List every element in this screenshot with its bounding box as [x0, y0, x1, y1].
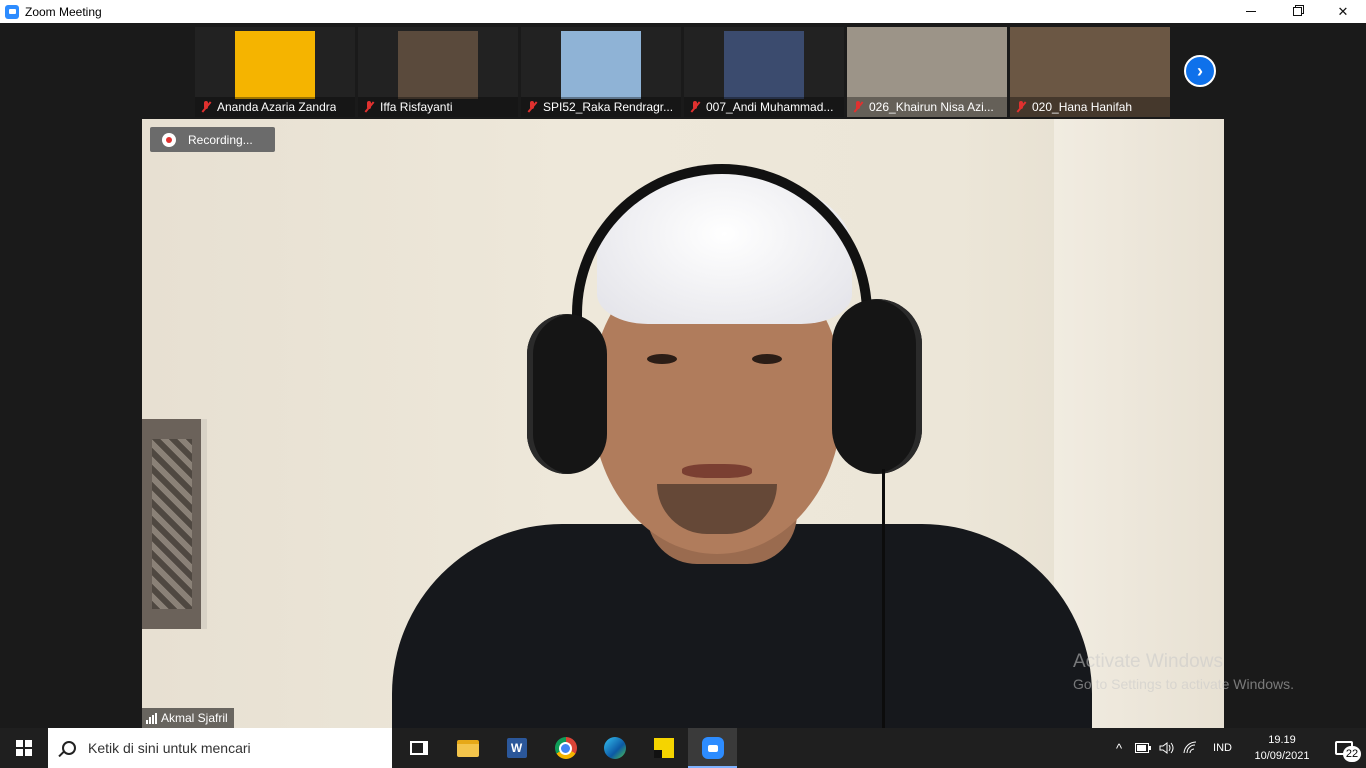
file-explorer-icon — [456, 739, 479, 757]
chevron-right-icon: › — [1197, 60, 1203, 81]
participant-name-row: 026_Khairun Nisa Azi... — [847, 97, 1007, 117]
taskbar-clock[interactable]: 19.19 10/09/2021 — [1242, 732, 1322, 764]
mic-muted-icon — [199, 100, 213, 114]
mic-muted-icon — [362, 100, 376, 114]
participant-tile[interactable]: 020_Hana Hanifah — [1010, 27, 1170, 117]
participant-name: 026_Khairun Nisa Azi... — [869, 100, 994, 114]
chrome-button[interactable] — [541, 728, 590, 768]
battery-icon[interactable] — [1131, 728, 1155, 768]
windows-logo-icon — [16, 740, 32, 756]
participant-name-row: Ananda Azaria Zandra — [195, 97, 355, 117]
restore-button[interactable] — [1274, 0, 1320, 23]
word-button[interactable]: W — [492, 728, 541, 768]
participant-video — [561, 31, 641, 99]
start-button[interactable] — [0, 728, 48, 768]
sticky-notes-icon — [653, 738, 674, 758]
window-controls: ✕ — [1228, 0, 1366, 23]
taskbar: Ketik di sini untuk mencari W ^ IND 19.1… — [0, 728, 1366, 768]
zoom-icon — [701, 737, 724, 759]
volume-icon[interactable] — [1155, 728, 1179, 768]
edge-icon — [603, 737, 626, 759]
watermark-title: Activate Windows — [1073, 651, 1223, 672]
watermark-subtitle: Go to Settings to activate Windows. — [1073, 676, 1294, 692]
window-title: Zoom Meeting — [25, 4, 102, 19]
participant-video — [398, 31, 478, 99]
participant-strip: Ananda Azaria Zandra Iffa Risfayanti SPI… — [195, 27, 1170, 117]
chrome-icon — [554, 737, 577, 759]
participant-name-row: Iffa Risfayanti — [358, 97, 518, 117]
notification-count: 22 — [1343, 746, 1361, 762]
participant-name: SPI52_Raka Rendragr... — [543, 100, 674, 114]
participant-name: 007_Andi Muhammad... — [706, 100, 834, 114]
video-background-object — [142, 419, 207, 629]
participant-name: Ananda Azaria Zandra — [217, 100, 337, 114]
clock-time: 19.19 — [1268, 734, 1296, 746]
next-participants-button[interactable]: › — [1184, 55, 1216, 87]
participant-name-row: 007_Andi Muhammad... — [684, 97, 844, 117]
mic-muted-icon — [688, 100, 702, 114]
mic-muted-icon — [525, 100, 539, 114]
participant-video — [724, 31, 804, 99]
task-view-icon — [409, 741, 428, 755]
search-placeholder: Ketik di sini untuk mencari — [88, 740, 251, 756]
clock-date: 10/09/2021 — [1254, 750, 1310, 762]
zoom-taskbar-button[interactable] — [688, 728, 737, 768]
speaker-figure — [392, 164, 1092, 728]
recording-indicator[interactable]: Recording... — [150, 127, 275, 152]
participant-name: 020_Hana Hanifah — [1032, 100, 1133, 114]
participant-tile[interactable]: Ananda Azaria Zandra — [195, 27, 355, 117]
activate-windows-watermark: Activate Windows Go to Settings to activ… — [1073, 651, 1294, 692]
participant-tile[interactable]: 007_Andi Muhammad... — [684, 27, 844, 117]
participant-name-row: 020_Hana Hanifah — [1010, 97, 1170, 117]
participant-tile[interactable]: 026_Khairun Nisa Azi... — [847, 27, 1007, 117]
speaker-name: Akmal Sjafril — [161, 711, 228, 725]
record-icon — [162, 132, 176, 147]
wifi-icon[interactable] — [1179, 728, 1203, 768]
recording-label: Recording... — [188, 132, 253, 147]
participant-video — [235, 31, 315, 99]
action-center-button[interactable]: 22 — [1322, 728, 1366, 768]
speaker-name-tag: Akmal Sjafril — [142, 708, 234, 728]
mic-muted-icon — [1014, 100, 1028, 114]
connection-signal-icon — [146, 712, 157, 724]
minimize-icon — [1246, 11, 1256, 12]
restore-icon — [1292, 7, 1302, 16]
system-tray: ^ IND 19.19 10/09/2021 22 — [1107, 728, 1366, 768]
taskbar-apps: W — [394, 728, 737, 768]
minimize-button[interactable] — [1228, 0, 1274, 23]
participant-name-row: SPI52_Raka Rendragr... — [521, 97, 681, 117]
zoom-app-icon — [5, 4, 19, 19]
active-speaker-video[interactable]: Recording... Akmal Sjafril — [142, 119, 1224, 728]
participant-tile[interactable]: SPI52_Raka Rendragr... — [521, 27, 681, 117]
participant-name: Iffa Risfayanti — [380, 100, 453, 114]
show-hidden-icons-button[interactable]: ^ — [1107, 728, 1131, 768]
taskbar-search[interactable]: Ketik di sini untuk mencari — [48, 728, 392, 768]
chevron-up-icon: ^ — [1115, 740, 1123, 756]
mic-muted-icon — [851, 100, 865, 114]
task-view-button[interactable] — [394, 728, 443, 768]
search-icon — [62, 741, 76, 755]
participant-tile[interactable]: Iffa Risfayanti — [358, 27, 518, 117]
close-button[interactable]: ✕ — [1320, 0, 1366, 23]
close-icon: ✕ — [1337, 3, 1349, 19]
input-language[interactable]: IND — [1203, 742, 1242, 754]
meeting-area: Ananda Azaria Zandra Iffa Risfayanti SPI… — [0, 23, 1366, 728]
word-icon: W — [506, 738, 527, 758]
sticky-notes-button[interactable] — [639, 728, 688, 768]
file-explorer-button[interactable] — [443, 728, 492, 768]
edge-button[interactable] — [590, 728, 639, 768]
title-bar: Zoom Meeting ✕ — [0, 0, 1366, 23]
